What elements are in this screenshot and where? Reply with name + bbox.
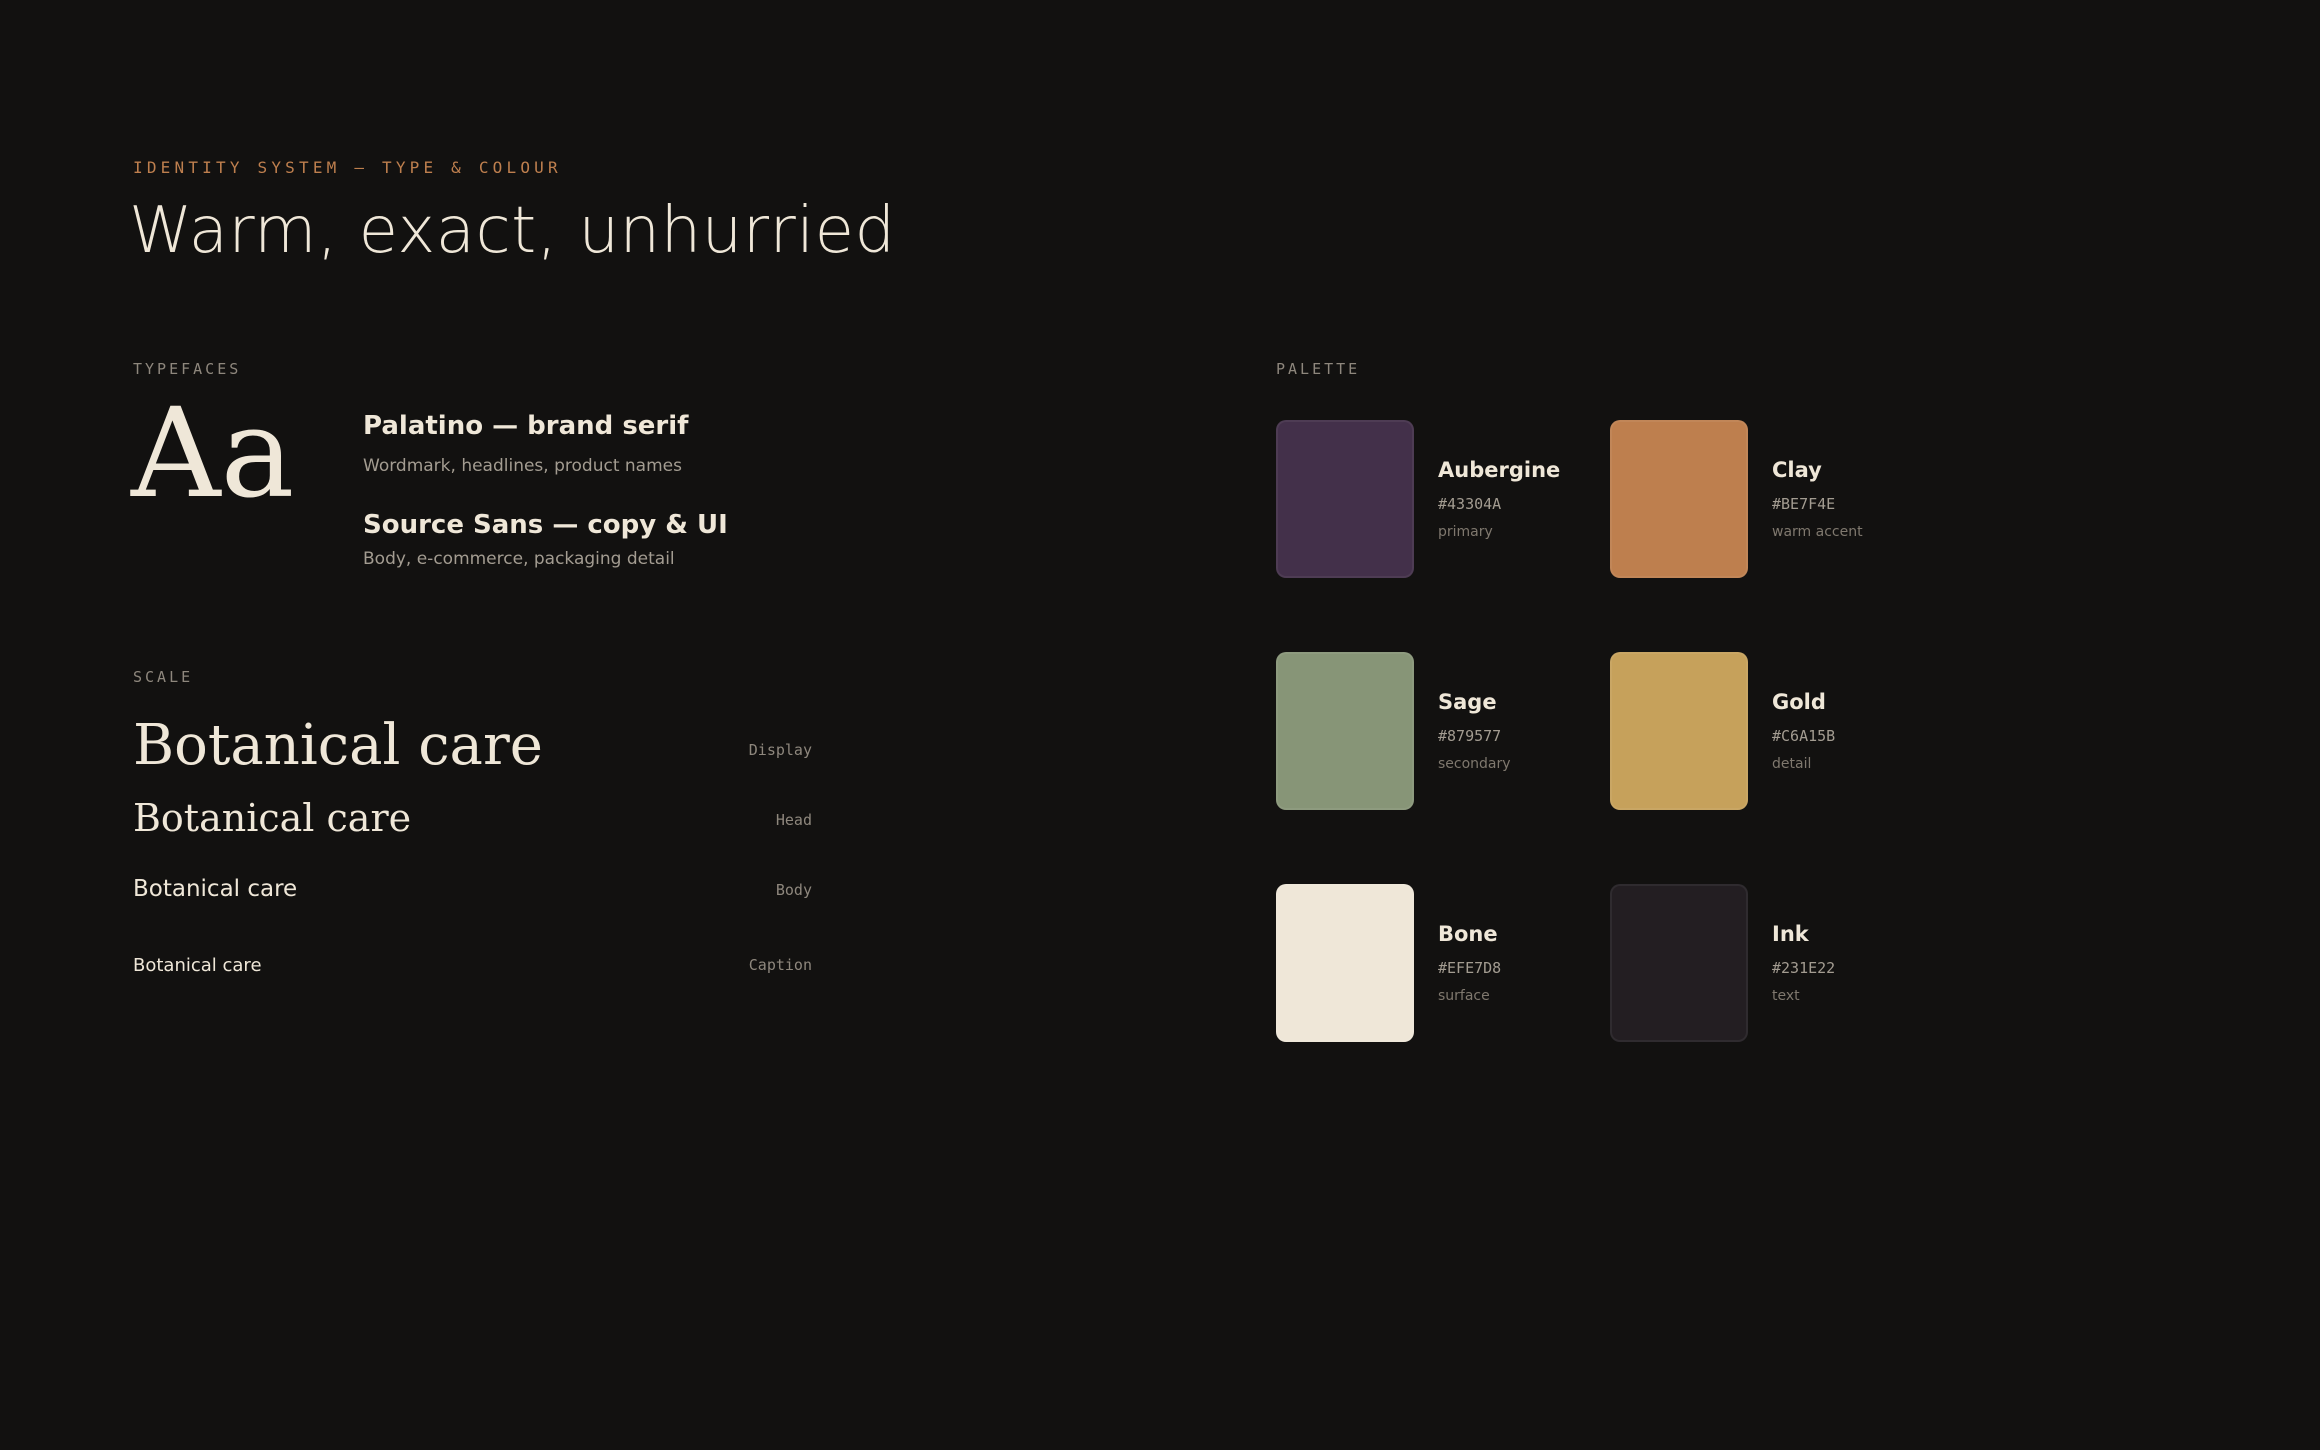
swatch-ink: [1610, 884, 1748, 1042]
scale-sample-head: Botanical care: [133, 796, 412, 840]
swatch-name: Bone: [1438, 922, 1498, 946]
scale-tag-caption: Caption: [748, 956, 812, 974]
swatch-name: Aubergine: [1438, 458, 1561, 482]
typeface-name-sans: Source Sans — copy & UI: [363, 510, 728, 540]
palette-section-label: PALETTE: [1276, 360, 1361, 378]
swatch-sage: [1276, 652, 1414, 810]
typeface-name-serif: Palatino — brand serif: [363, 411, 689, 441]
scale-sample-caption: Botanical care: [133, 955, 262, 976]
swatch-role: primary: [1438, 524, 1493, 540]
eyebrow-label: IDENTITY SYSTEM — TYPE & COLOUR: [133, 158, 562, 177]
swatch-name: Sage: [1438, 690, 1497, 714]
scale-sample-display: Botanical care: [133, 713, 543, 778]
swatch-name: Ink: [1772, 922, 1809, 946]
swatch-clay: [1610, 420, 1748, 578]
swatch-role: warm accent: [1772, 524, 1863, 540]
scale-tag-display: Display: [748, 741, 812, 759]
swatch-hex: #43304A: [1438, 495, 1502, 513]
swatch-role: text: [1772, 988, 1800, 1004]
swatch-gold: [1610, 652, 1748, 810]
swatch-hex: #EFE7D8: [1438, 959, 1502, 977]
swatch-aubergine: [1276, 420, 1414, 578]
swatch-role: detail: [1772, 756, 1812, 772]
scale-section-label: SCALE: [133, 668, 194, 686]
typefaces-section-label: TYPEFACES: [133, 360, 242, 378]
swatch-name: Gold: [1772, 690, 1826, 714]
typeface-specimen: Aa: [131, 382, 295, 526]
swatch-role: secondary: [1438, 756, 1511, 772]
page-title: Warm, exact, unhurried: [129, 194, 896, 268]
swatch-hex: #C6A15B: [1772, 727, 1836, 745]
scale-sample-body: Botanical care: [133, 876, 298, 902]
scale-tag-body: Body: [775, 881, 812, 899]
scale-tag-head: Head: [775, 811, 812, 829]
typeface-description-sans: Body, e-commerce, packaging detail: [363, 549, 675, 569]
swatch-hex: #879577: [1438, 727, 1502, 745]
typeface-description-serif: Wordmark, headlines, product names: [363, 456, 682, 476]
swatch-hex: #231E22: [1772, 959, 1836, 977]
swatch-role: surface: [1438, 988, 1490, 1004]
swatch-hex: #BE7F4E: [1772, 495, 1836, 513]
swatch-bone: [1276, 884, 1414, 1042]
swatch-name: Clay: [1772, 458, 1822, 482]
